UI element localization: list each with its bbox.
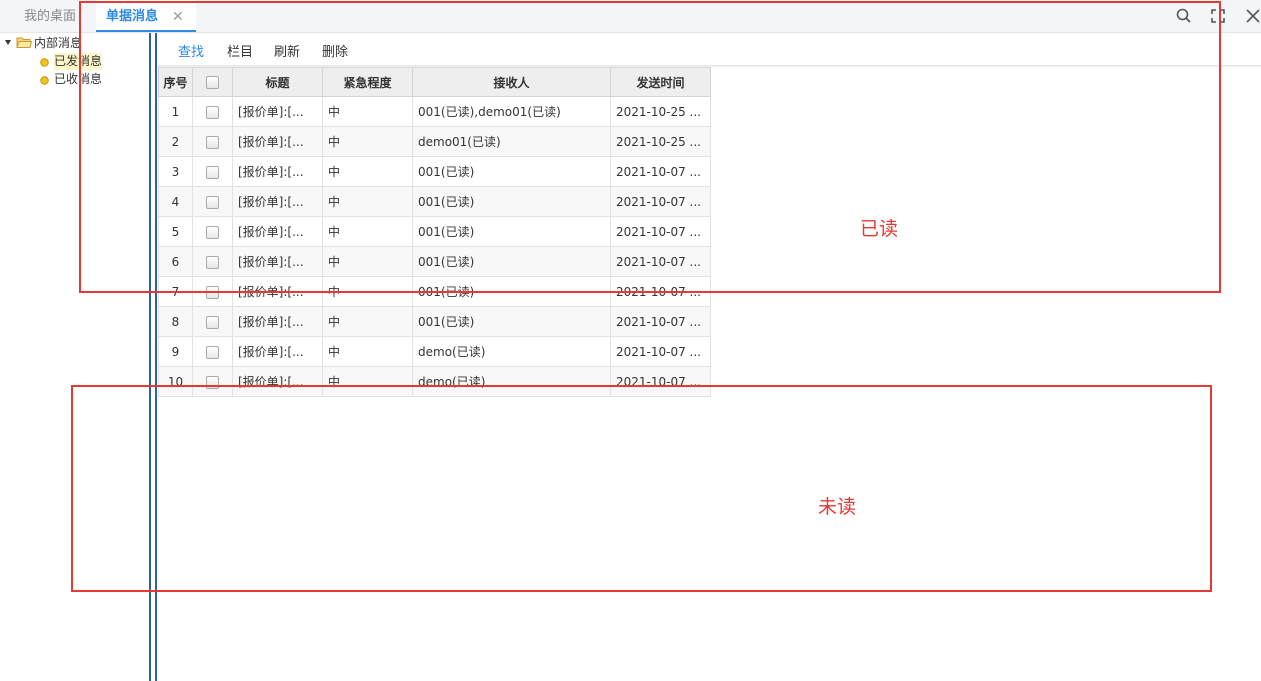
cell-urgency: 中 bbox=[322, 336, 413, 367]
tab-my-desktop[interactable]: 我的桌面 bbox=[24, 0, 76, 33]
cell-title: [报价单]:[... bbox=[232, 306, 323, 337]
unread-annotation-box bbox=[71, 385, 1212, 592]
unread-annotation-label: 未读 bbox=[818, 496, 857, 518]
folder-open-icon bbox=[16, 37, 32, 48]
tree-root-internal-messages[interactable]: 内部消息 bbox=[34, 35, 82, 52]
cell-urgency: 中 bbox=[322, 306, 413, 337]
read-annotation-box bbox=[79, 1, 1221, 293]
collapse-triangle-icon[interactable] bbox=[4, 39, 12, 47]
bullet-icon bbox=[40, 58, 49, 67]
row-checkbox[interactable] bbox=[206, 345, 219, 359]
table-row[interactable]: 8 [报价单]:[... 中 001(已读) 2021-10-07 ... bbox=[158, 306, 711, 337]
cell-send-time: 2021-10-07 ... bbox=[610, 336, 711, 367]
cell-send-time: 2021-10-07 ... bbox=[610, 306, 711, 337]
close-icon[interactable] bbox=[1243, 6, 1261, 26]
cell-seq: 8 bbox=[158, 306, 193, 337]
cell-select bbox=[192, 306, 233, 337]
cell-seq: 9 bbox=[158, 336, 193, 367]
cell-title: [报价单]:[... bbox=[232, 336, 323, 367]
read-annotation-label: 已读 bbox=[860, 218, 899, 240]
row-checkbox[interactable] bbox=[206, 315, 219, 329]
table-row[interactable]: 9 [报价单]:[... 中 demo(已读) 2021-10-07 ... bbox=[158, 336, 711, 367]
cell-recipient: demo(已读) bbox=[412, 336, 611, 367]
cell-recipient: 001(已读) bbox=[412, 306, 611, 337]
cell-select bbox=[192, 336, 233, 367]
bullet-icon bbox=[40, 76, 49, 85]
